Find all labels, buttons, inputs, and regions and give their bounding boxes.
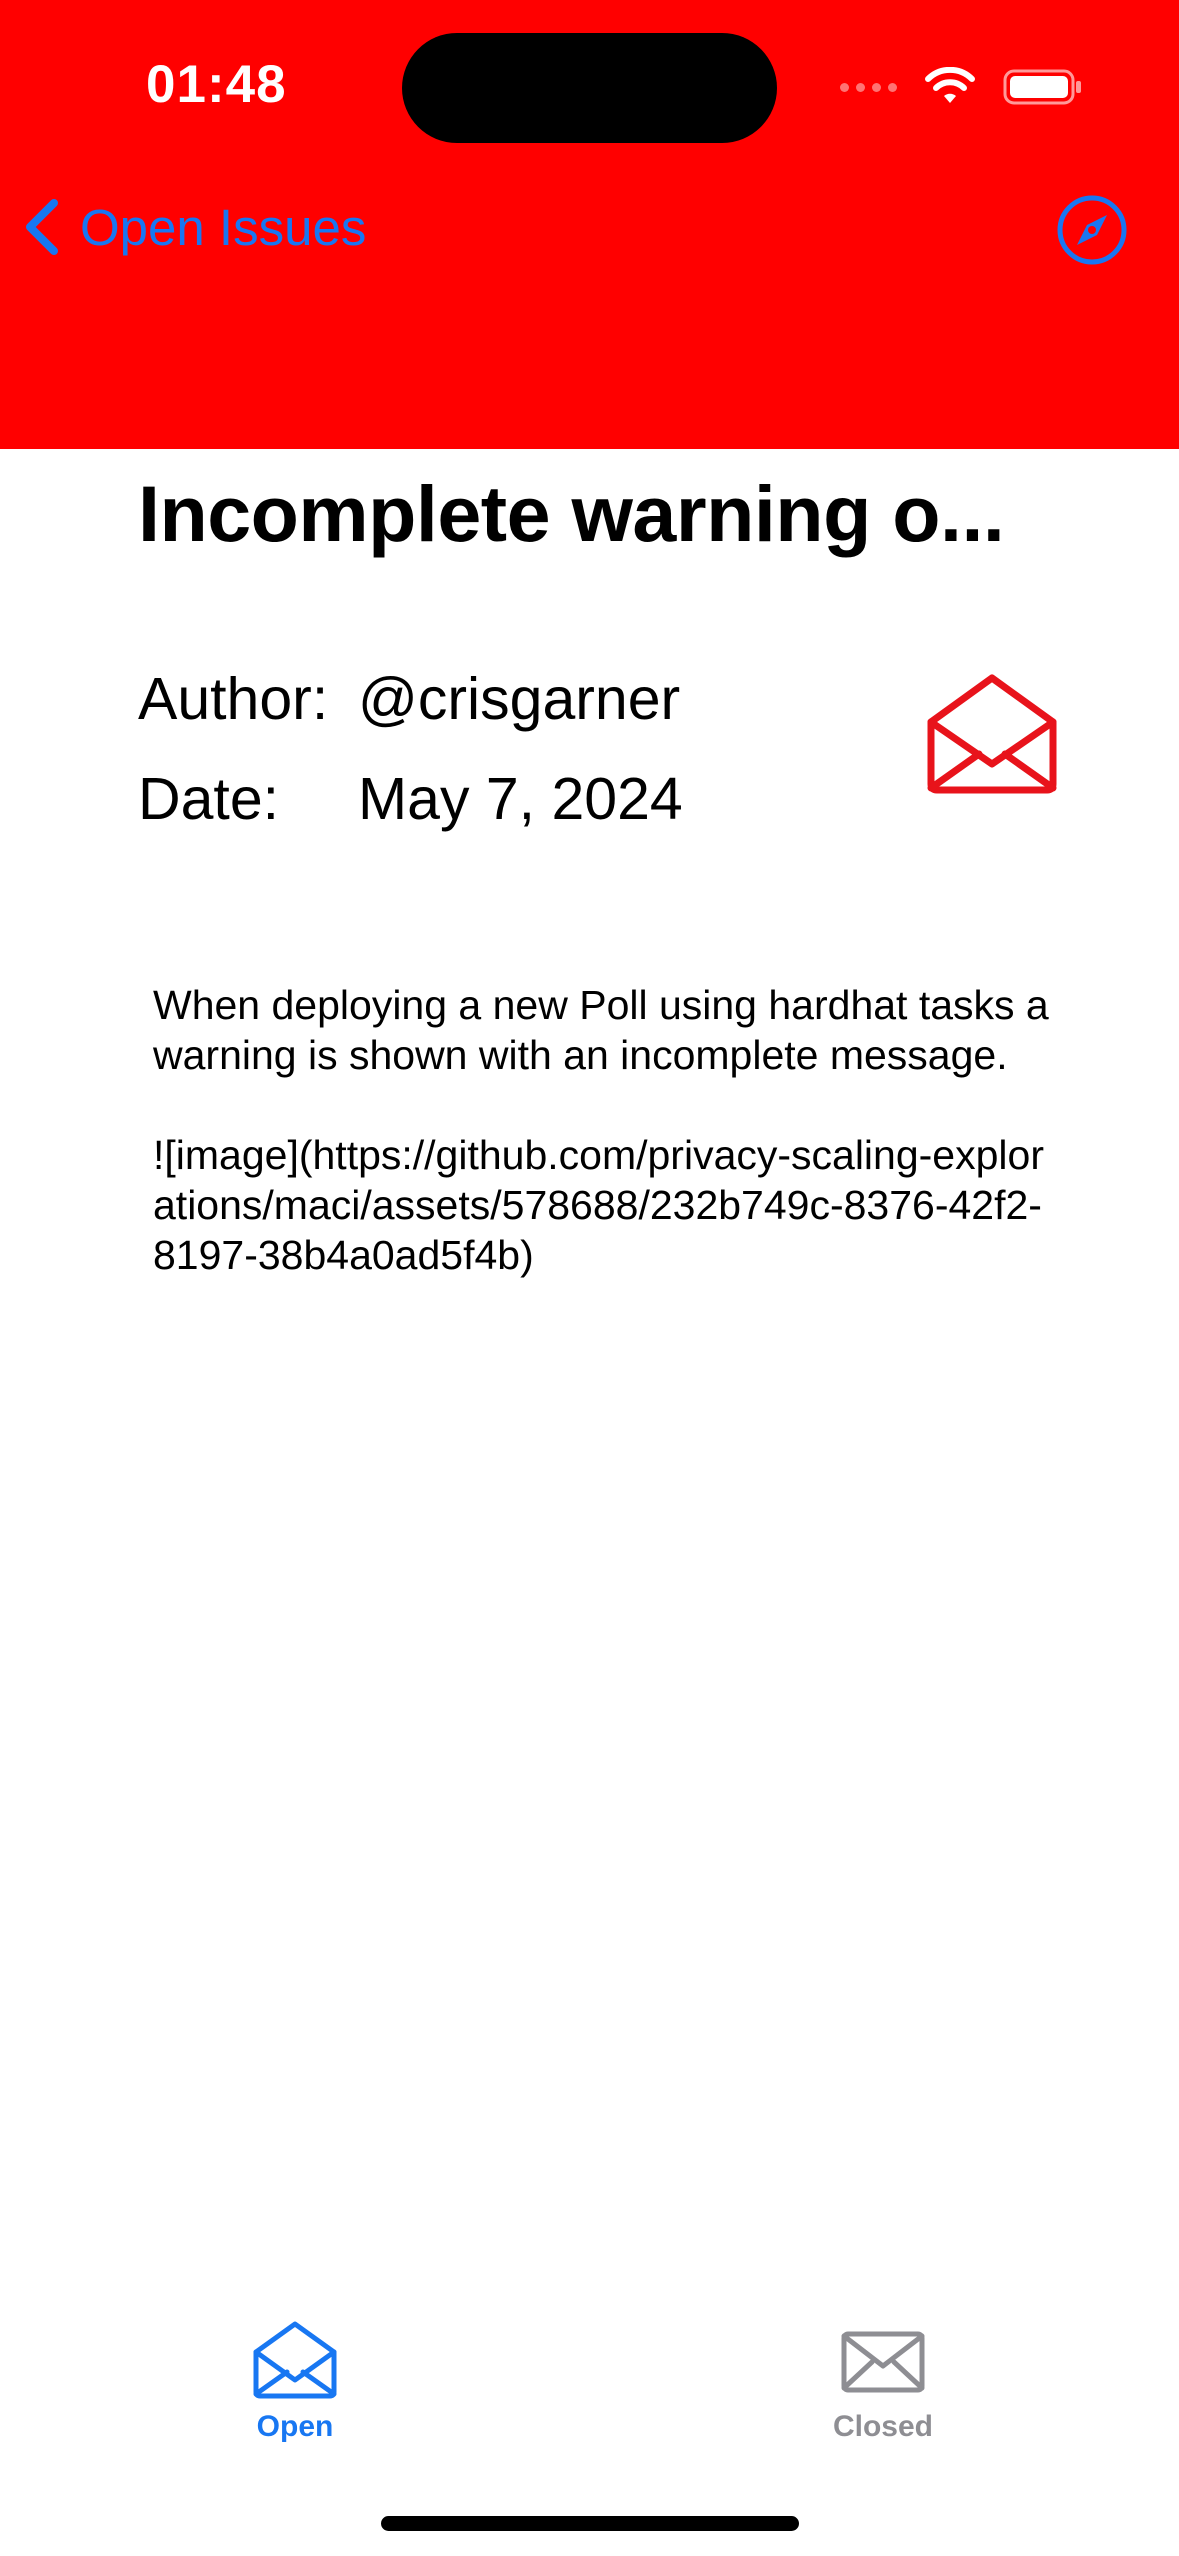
- tab-closed-label: Closed: [832, 2410, 934, 2443]
- envelope-closed-icon: [841, 2331, 925, 2393]
- envelope-open-icon: [927, 674, 1057, 794]
- envelope-open-icon: [253, 2321, 337, 2399]
- issue-body: When deploying a new Poll using hardhat …: [153, 982, 1049, 1278]
- issue-title: Incomplete warning o...: [138, 469, 1005, 558]
- tab-open-label: Open: [256, 2410, 334, 2443]
- tab-bar: Open Closed: [0, 2290, 1179, 2470]
- author-label: Author:: [138, 666, 329, 732]
- date-value: May 7, 2024: [358, 766, 683, 832]
- issue-detail-screen: 01:48 Open Issues Incomplete warning o..…: [0, 0, 1179, 2556]
- tab-closed[interactable]: Closed: [763, 2320, 1003, 2444]
- author-value: @crisgarner: [358, 666, 681, 732]
- wifi-icon: [925, 67, 975, 103]
- safari-compass-icon[interactable]: [1055, 193, 1129, 267]
- tab-open[interactable]: Open: [175, 2320, 415, 2444]
- chevron-left-icon: [26, 199, 58, 255]
- dynamic-island: [402, 33, 777, 143]
- home-indicator: [381, 2516, 799, 2531]
- status-icons: [840, 64, 1083, 110]
- header: 01:48 Open Issues: [0, 0, 1179, 449]
- status-time: 01:48: [146, 55, 287, 114]
- back-button-label: Open Issues: [80, 198, 367, 256]
- cellular-signal-icon: [840, 82, 897, 92]
- back-button[interactable]: Open Issues: [22, 192, 366, 262]
- battery-icon: [1003, 69, 1081, 105]
- date-label: Date:: [138, 766, 280, 832]
